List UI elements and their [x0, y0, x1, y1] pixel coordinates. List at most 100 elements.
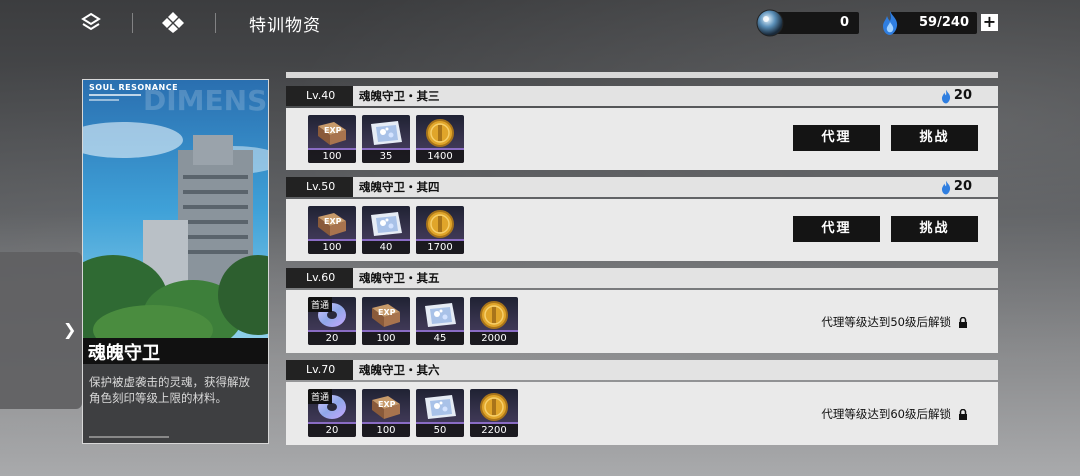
reward-count: 100: [308, 241, 356, 254]
reward-count: 2200: [470, 424, 518, 437]
stage-level: Lv.70: [286, 360, 353, 380]
stamina-counter: 59/240: [890, 12, 977, 34]
reward-count: 1400: [416, 150, 464, 163]
side-drawer-toggle[interactable]: ❯: [0, 252, 82, 409]
stage-name: 魂魄守卫・其四: [359, 180, 440, 194]
stage-body: EXP 100 35 1400 代理 挑战: [286, 108, 998, 170]
reward-item[interactable]: 首通 20: [308, 297, 356, 345]
lock-icon: [959, 317, 967, 328]
crystal-map-icon: [425, 395, 456, 419]
reward-item[interactable]: 2200: [470, 389, 518, 437]
orb-icon: [756, 9, 784, 37]
list-top-edge: [286, 72, 998, 78]
svg-text:EXP: EXP: [378, 400, 396, 409]
stamina-value: 59/240: [919, 15, 969, 30]
reward-item[interactable]: EXP 100: [308, 115, 356, 163]
separator: [132, 13, 133, 33]
blue-flame-icon: [941, 180, 951, 195]
card-title: 魂魄守卫: [88, 343, 160, 364]
reward-count: 35: [362, 150, 410, 163]
unlock-requirement: 代理等级达到50级后解锁: [821, 315, 951, 329]
stage-level: Lv.60: [286, 268, 353, 288]
challenge-button[interactable]: 挑战: [891, 216, 978, 242]
unlock-requirement: 代理等级达到60级后解锁: [821, 407, 951, 421]
stage-name: 魂魄守卫・其五: [359, 271, 440, 285]
exp-book-icon: EXP: [318, 122, 346, 145]
stage-cost: 20: [953, 179, 972, 194]
crystal-map-icon: [425, 303, 456, 327]
stage-header: Lv.50 魂魄守卫・其四 20: [286, 177, 998, 197]
stage-level: Lv.50: [286, 177, 353, 197]
reward-count: 20: [308, 424, 356, 437]
stage-body: 首通 20 EXP 100 45 2000 代理等级达到50级后解锁: [286, 290, 998, 353]
svg-text:EXP: EXP: [324, 217, 342, 226]
svg-text:EXP: EXP: [324, 126, 342, 135]
reward-item[interactable]: EXP 100: [362, 297, 410, 345]
exp-book-icon: EXP: [372, 396, 400, 419]
reward-count: 50: [416, 424, 464, 437]
stage-body: EXP 100 40 1700 代理 挑战: [286, 199, 998, 261]
stage-row: Lv.70 魂魄守卫・其六首通 20 EXP 100 50 2200 代理等级达到60级后解锁: [286, 360, 998, 445]
reward-count: 2000: [470, 332, 518, 345]
challenge-button[interactable]: 挑战: [891, 125, 978, 151]
first-clear-tag: 首通: [308, 297, 333, 312]
reward-item[interactable]: 35: [362, 115, 410, 163]
divider: [89, 436, 169, 438]
card-artwork: DIMENSION: [83, 80, 268, 340]
gold-coin-icon: [480, 393, 508, 421]
lock-icon: [959, 409, 967, 420]
card-description: 保护被虚袭击的灵魂，获得解放角色刻印等级上限的材料。: [89, 375, 250, 405]
exp-book-icon: EXP: [318, 213, 346, 236]
reward-item[interactable]: 1400: [416, 115, 464, 163]
currency-counter: 0: [775, 12, 859, 34]
stage-row: Lv.40 魂魄守卫・其三 20 EXP 100 35 1400 代理 挑战: [286, 86, 998, 170]
reward-item[interactable]: 40: [362, 206, 410, 254]
reward-item[interactable]: 首通 20: [308, 389, 356, 437]
stage-name: 魂魄守卫・其六: [359, 363, 440, 377]
stage-name: 魂魄守卫・其三: [359, 89, 440, 103]
stage-cost: 20: [953, 88, 972, 103]
reward-count: 40: [362, 241, 410, 254]
activity-card: DIMENSION SOUL RESONANCE 魂魄守卫 保护被虚袭击的灵魂，…: [82, 79, 269, 444]
gold-coin-icon: [480, 301, 508, 329]
blue-flame-icon: [883, 11, 898, 35]
reward-item[interactable]: 50: [416, 389, 464, 437]
stage-row: Lv.60 魂魄守卫・其五首通 20 EXP 100 45 2000 代理等级达到50级后解锁: [286, 268, 998, 353]
proxy-button[interactable]: 代理: [793, 125, 880, 151]
reward-count: 1700: [416, 241, 464, 254]
reward-count: 100: [362, 332, 410, 345]
stage-header: Lv.60 魂魄守卫・其五: [286, 268, 998, 288]
exp-book-icon: EXP: [372, 304, 400, 327]
back-icon[interactable]: [80, 11, 102, 33]
reward-item[interactable]: 2000: [470, 297, 518, 345]
reward-item[interactable]: 1700: [416, 206, 464, 254]
page-title: 特训物资: [249, 16, 321, 36]
first-clear-tag: 首通: [308, 389, 333, 404]
currency-value: 0: [839, 15, 849, 30]
reward-item[interactable]: EXP 100: [362, 389, 410, 437]
stage-header: Lv.40 魂魄守卫・其三 20: [286, 86, 998, 106]
blue-flame-icon: [941, 89, 951, 104]
card-brand: SOUL RESONANCE: [89, 83, 179, 92]
reward-count: 45: [416, 332, 464, 345]
proxy-button[interactable]: 代理: [793, 216, 880, 242]
stage-header: Lv.70 魂魄守卫・其六: [286, 360, 998, 380]
svg-text:EXP: EXP: [378, 308, 396, 317]
stage-level: Lv.40: [286, 86, 353, 106]
separator: [215, 13, 216, 33]
gold-coin-icon: [426, 119, 454, 147]
reward-item[interactable]: 45: [416, 297, 464, 345]
crystal-map-icon: [371, 212, 402, 236]
home-icon[interactable]: [162, 11, 184, 33]
stage-row: Lv.50 魂魄守卫・其四 20 EXP 100 40 1700 代理 挑战: [286, 177, 998, 261]
top-bar: 特训物资 0 59/240 +: [0, 0, 1080, 46]
crystal-map-icon: [371, 121, 402, 145]
reward-count: 100: [308, 150, 356, 163]
chevron-right-icon: ❯: [63, 320, 77, 339]
reward-count: 100: [362, 424, 410, 437]
add-stamina-button[interactable]: +: [981, 14, 998, 31]
reward-item[interactable]: EXP 100: [308, 206, 356, 254]
reward-count: 20: [308, 332, 356, 345]
gold-coin-icon: [426, 210, 454, 238]
stage-body: 首通 20 EXP 100 50 2200 代理等级达到60级后解锁: [286, 382, 998, 445]
